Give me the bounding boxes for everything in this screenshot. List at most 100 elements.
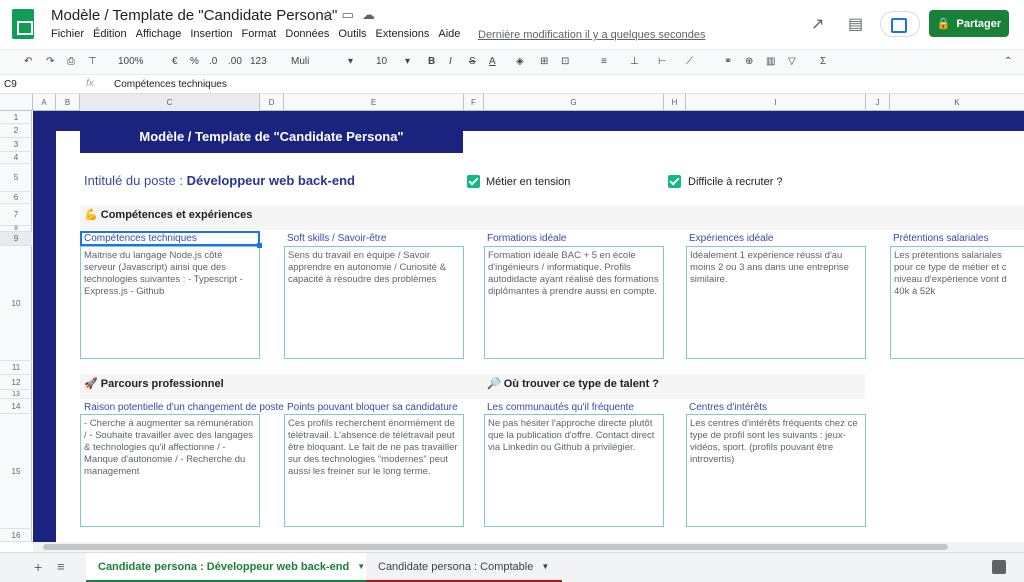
add-sheet-icon[interactable]: + xyxy=(34,559,42,575)
more-formats-button[interactable]: 123 xyxy=(250,56,267,67)
insert-comment-icon[interactable]: ⊕ xyxy=(745,56,753,67)
column-header[interactable]: I xyxy=(686,94,866,111)
text-rotation-icon[interactable]: ⟋ xyxy=(686,56,693,67)
checkbox-metier-tension[interactable] xyxy=(467,175,480,188)
sheets-logo-icon[interactable] xyxy=(12,9,34,39)
font-chevron-icon[interactable]: ▾ xyxy=(348,56,353,67)
column-header[interactable]: D xyxy=(260,94,284,111)
font-size-select[interactable]: 10 xyxy=(376,56,387,67)
scrollbar-thumb[interactable] xyxy=(43,544,948,550)
align-horizontal-icon[interactable]: ≡ xyxy=(601,56,607,67)
column-header[interactable]: K xyxy=(890,94,1024,111)
row-header[interactable]: 11 xyxy=(0,361,32,375)
menu-affichage[interactable]: Affichage xyxy=(136,28,182,40)
menu-format[interactable]: Format xyxy=(242,28,277,40)
template-banner[interactable]: Modèle / Template de "Candidate Persona" xyxy=(80,119,463,153)
font-size-chevron-icon[interactable]: ▾ xyxy=(405,56,410,67)
insert-chart-icon[interactable]: ▥ xyxy=(766,56,775,67)
formula-input[interactable]: Compétences techniques xyxy=(114,79,227,90)
horizontal-scrollbar[interactable] xyxy=(33,542,1024,552)
print-icon[interactable]: ⎙ xyxy=(67,56,75,67)
increase-decimal-button[interactable]: .00 xyxy=(228,56,242,67)
zoom-select[interactable]: 100% xyxy=(118,56,144,67)
row-header[interactable]: 16 xyxy=(0,529,32,542)
card-label[interactable]: Points pouvant bloquer sa candidature xyxy=(287,402,463,413)
row-header[interactable]: 1 xyxy=(0,111,32,124)
row-header[interactable]: 5 xyxy=(0,164,32,192)
align-vertical-icon[interactable]: ⊥ xyxy=(630,56,639,67)
card-text[interactable]: Formation idéale BAC + 5 en école d'ingé… xyxy=(484,246,664,359)
row-header[interactable]: 9 xyxy=(0,232,32,246)
activity-trend-icon[interactable]: ↗ xyxy=(811,14,824,34)
menu-fichier[interactable]: Fichier xyxy=(51,28,84,40)
card-text[interactable]: Idéalement 1 expérience réussi d'au moin… xyxy=(686,246,866,359)
star-icon[interactable]: ☆ xyxy=(322,7,342,22)
card-text[interactable]: Les prétentions salariales pour ce type … xyxy=(890,246,1024,359)
menu-outils[interactable]: Outils xyxy=(338,28,366,40)
row-header[interactable]: 2 xyxy=(0,124,32,138)
column-header[interactable]: G xyxy=(484,94,664,111)
card-label[interactable]: Raison potentielle d'un changement de po… xyxy=(84,402,284,413)
column-header[interactable]: J xyxy=(866,94,890,111)
bold-icon[interactable]: B xyxy=(428,56,435,67)
section-header-competences[interactable]: 💪 Compétences et expériences xyxy=(84,208,252,221)
card-text[interactable]: Ces profils recherchent énormément de té… xyxy=(284,414,464,527)
all-sheets-icon[interactable]: ≡ xyxy=(57,559,65,574)
row-header[interactable]: 14 xyxy=(0,399,32,414)
borders-icon[interactable]: ⊞ xyxy=(540,56,548,67)
column-header[interactable]: F xyxy=(464,94,484,111)
tab-comptable[interactable]: Candidate persona : Comptable ▼ xyxy=(366,553,562,582)
filter-icon[interactable]: ▽ xyxy=(788,56,796,67)
menu-edition[interactable]: Édition xyxy=(93,28,127,40)
card-text[interactable]: Ne pas hésiter l'approche directe plutôt… xyxy=(484,414,664,527)
text-color-icon[interactable]: A xyxy=(489,56,496,67)
paint-format-icon[interactable]: ⊤ xyxy=(88,56,97,67)
redo-icon[interactable]: ↷ xyxy=(46,56,54,67)
card-label[interactable]: Soft skills / Savoir-être xyxy=(287,233,463,244)
row-header[interactable]: 13 xyxy=(0,390,32,399)
column-header[interactable]: C xyxy=(80,94,260,111)
checkbox-difficile-recruter[interactable] xyxy=(668,175,681,188)
row-header[interactable]: 6 xyxy=(0,192,32,204)
chevron-down-icon[interactable]: ▼ xyxy=(541,562,549,571)
tab-developpeur[interactable]: Candidate persona : Développeur web back… xyxy=(86,553,366,582)
insert-link-icon[interactable]: ⚭ xyxy=(724,56,732,67)
card-text[interactable]: Maitrise du langage Node.js côté serveur… xyxy=(80,246,260,359)
row-header[interactable]: 12 xyxy=(0,375,32,390)
last-modified-link[interactable]: Dernière modification il y a quelques se… xyxy=(478,29,705,41)
collapse-toolbar-icon[interactable]: ⌃ xyxy=(1004,56,1012,67)
menu-aide[interactable]: Aide xyxy=(438,28,460,40)
row-header[interactable]: 4 xyxy=(0,152,32,164)
font-select[interactable]: Muli xyxy=(291,56,309,67)
row-header[interactable]: 10 xyxy=(0,246,32,361)
menu-extensions[interactable]: Extensions xyxy=(376,28,430,40)
row-header[interactable]: 3 xyxy=(0,138,32,152)
menu-donnees[interactable]: Données xyxy=(285,28,329,40)
italic-icon[interactable]: I xyxy=(449,56,452,67)
chevron-down-icon[interactable]: ▼ xyxy=(357,562,365,571)
column-header[interactable]: A xyxy=(33,94,56,111)
card-label[interactable]: Les communautés qu'il fréquente xyxy=(487,402,663,413)
select-all-corner[interactable] xyxy=(0,94,33,111)
strikethrough-icon[interactable]: S xyxy=(469,56,476,67)
card-label[interactable]: Prétentions salariales xyxy=(893,233,1024,244)
card-text[interactable]: Les centres d'intérêts fréquents chez ce… xyxy=(686,414,866,527)
column-header[interactable]: B xyxy=(56,94,80,111)
functions-icon[interactable]: Σ xyxy=(820,56,826,67)
present-button[interactable] xyxy=(880,11,920,37)
folder-icon[interactable]: ▭ xyxy=(342,7,362,22)
card-label[interactable]: Expériences idéale xyxy=(689,233,865,244)
fill-handle[interactable] xyxy=(257,243,262,248)
card-text[interactable]: - Cherche à augmenter sa rémunération / … xyxy=(80,414,260,527)
share-button[interactable]: 🔒 Partager xyxy=(929,10,1009,37)
decrease-decimal-button[interactable]: .0 xyxy=(209,56,217,67)
section-header-talent[interactable]: 🔎 Où trouver ce type de talent ? xyxy=(487,377,659,390)
undo-icon[interactable]: ↶ xyxy=(24,56,32,67)
row-header[interactable]: 15 xyxy=(0,414,32,529)
row-header[interactable]: 7 xyxy=(0,204,32,226)
text-wrap-icon[interactable]: ⊢ xyxy=(658,56,667,67)
currency-button[interactable]: € xyxy=(172,56,178,67)
cloud-icon[interactable]: ☁ xyxy=(362,7,383,22)
column-header[interactable]: E xyxy=(284,94,464,111)
card-label[interactable]: Formations idéale xyxy=(487,233,663,244)
